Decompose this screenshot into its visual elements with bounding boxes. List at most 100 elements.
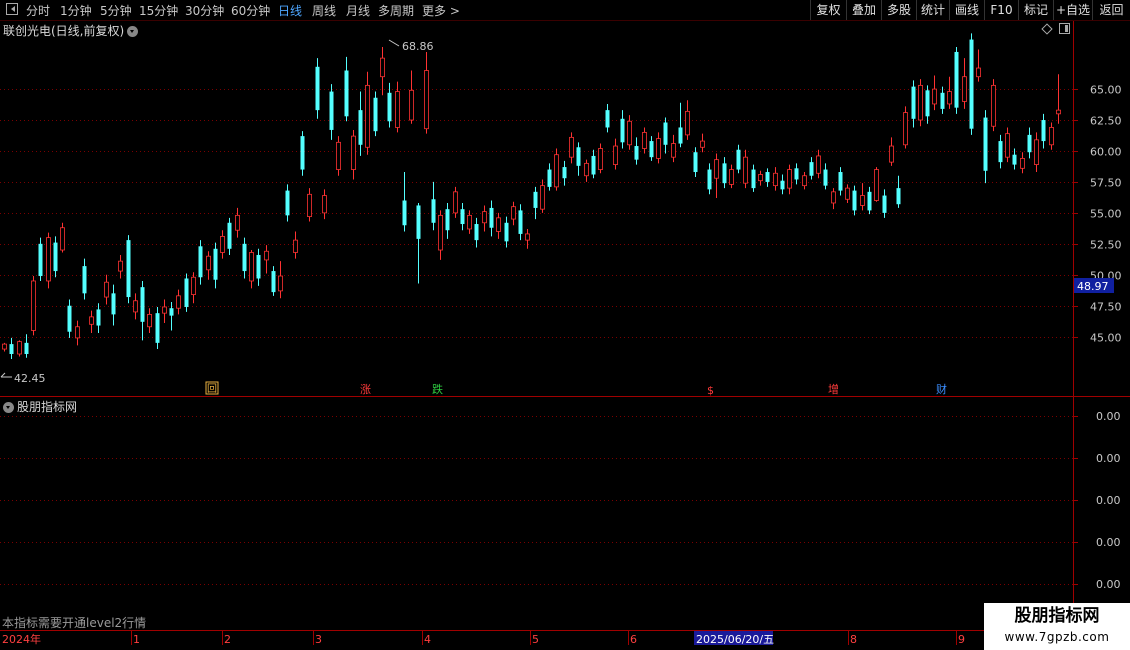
candle-down bbox=[285, 190, 290, 216]
kline-canvas[interactable]: 45.0047.5050.0052.5055.0057.5060.0062.50… bbox=[0, 0, 1130, 650]
marker-dollar[interactable]: $ bbox=[707, 384, 714, 397]
candle-down bbox=[765, 172, 770, 182]
candle-down bbox=[794, 168, 799, 180]
date-label-2: 2 bbox=[224, 633, 231, 646]
candle-up bbox=[714, 159, 719, 179]
sub-axis-labels: 0.00 0.00 0.00 0.00 0.00 bbox=[1096, 410, 1121, 591]
cursor-date-label: 2025/06/20/五 bbox=[696, 633, 774, 646]
candle-up bbox=[118, 260, 123, 272]
candle-up bbox=[831, 191, 836, 204]
watermark-url: www.7gpzb.com bbox=[1004, 630, 1110, 644]
candle-up bbox=[438, 214, 443, 251]
candle-up bbox=[264, 250, 269, 261]
candle-up bbox=[1034, 139, 1039, 166]
candle-down bbox=[533, 191, 538, 208]
y-tick-label-7: 62.50 bbox=[1090, 115, 1122, 128]
candle-up bbox=[962, 76, 967, 102]
price-axis-labels: 45.0047.5050.0052.5055.0057.5060.0062.50… bbox=[1090, 84, 1122, 345]
candle-up bbox=[773, 172, 778, 187]
candle-down bbox=[518, 210, 523, 234]
price-grid bbox=[0, 89, 1078, 338]
candle-up bbox=[627, 120, 632, 146]
candle-up bbox=[60, 227, 65, 251]
candle-down bbox=[634, 146, 639, 160]
candle-up bbox=[743, 156, 748, 184]
candle-up bbox=[525, 233, 530, 241]
candle-up bbox=[31, 280, 36, 331]
candle-up bbox=[802, 175, 807, 187]
watermark-logo: 股朋指标网 www.7gpzb.com bbox=[984, 603, 1130, 650]
candle-down bbox=[940, 92, 945, 109]
candle-down bbox=[315, 66, 320, 111]
candlesticks bbox=[2, 33, 1061, 359]
candle-up bbox=[409, 89, 414, 121]
candle-up bbox=[642, 132, 647, 149]
candle-down bbox=[82, 266, 87, 294]
marker-die[interactable]: 跌 bbox=[432, 382, 443, 396]
marker-zeng[interactable]: 增 bbox=[828, 382, 839, 396]
candle-down bbox=[882, 195, 887, 213]
candle-up bbox=[104, 281, 109, 298]
candle-up bbox=[889, 145, 894, 163]
candle-up bbox=[1056, 109, 1061, 115]
marker-cai[interactable]: 财 bbox=[936, 382, 947, 396]
candle-down bbox=[547, 169, 552, 187]
date-label-8: 8 bbox=[850, 633, 857, 646]
candle-up bbox=[729, 169, 734, 185]
chevron-down-icon[interactable] bbox=[3, 402, 14, 413]
y-tick-label-4: 55.00 bbox=[1090, 208, 1122, 221]
candle-up bbox=[700, 140, 705, 148]
candle-down bbox=[126, 240, 131, 298]
candle-up bbox=[816, 155, 821, 174]
candle-down bbox=[227, 222, 232, 249]
candle-down bbox=[387, 92, 392, 122]
candle-up bbox=[845, 187, 850, 200]
candle-down bbox=[562, 167, 567, 179]
candle-down bbox=[736, 149, 741, 170]
marker-zhang[interactable]: 涨 bbox=[360, 383, 371, 396]
candle-up bbox=[511, 206, 516, 220]
candle-up bbox=[1020, 158, 1025, 169]
candle-up bbox=[278, 275, 283, 292]
candle-up bbox=[787, 169, 792, 189]
candle-up bbox=[395, 91, 400, 128]
y-tick-label-1: 47.50 bbox=[1090, 301, 1122, 314]
candle-up bbox=[903, 112, 908, 146]
candle-down bbox=[256, 254, 261, 279]
candle-up bbox=[2, 343, 7, 350]
sub-y-label-2: 0.00 bbox=[1096, 494, 1121, 507]
event-markers: 回 涨 跌 $ 增 财 bbox=[205, 381, 947, 397]
sub-panel-title-text: 股朋指标网 bbox=[17, 400, 78, 414]
candle-down bbox=[852, 190, 857, 211]
candle-up bbox=[758, 174, 763, 182]
candle-up bbox=[482, 211, 487, 224]
candle-up bbox=[1005, 133, 1010, 158]
candle-down bbox=[96, 309, 101, 326]
candle-down bbox=[998, 141, 1003, 163]
candle-down bbox=[184, 278, 189, 307]
candle-down bbox=[344, 70, 349, 117]
candle-up bbox=[133, 300, 138, 313]
candle-up bbox=[365, 84, 370, 148]
candle-down bbox=[1041, 120, 1046, 142]
candle-down bbox=[111, 293, 116, 315]
sub-y-label-1: 0.00 bbox=[1096, 452, 1121, 465]
sub-y-label-3: 0.00 bbox=[1096, 536, 1121, 549]
marker-hui[interactable]: 回 bbox=[207, 383, 217, 395]
candle-down bbox=[751, 169, 756, 189]
candle-down bbox=[140, 287, 145, 322]
date-label-2024: 2024年 bbox=[2, 632, 41, 646]
candle-down bbox=[911, 86, 916, 119]
candle-down bbox=[649, 141, 654, 158]
candle-down bbox=[198, 246, 203, 278]
candle-down bbox=[67, 305, 72, 332]
candle-down bbox=[24, 342, 29, 355]
candle-down bbox=[431, 199, 436, 223]
candle-down bbox=[300, 136, 305, 170]
candle-down bbox=[169, 308, 174, 316]
candle-up bbox=[613, 145, 618, 166]
candle-down bbox=[620, 118, 625, 143]
candle-up bbox=[540, 185, 545, 210]
candle-down bbox=[693, 152, 698, 173]
candle-up bbox=[89, 316, 94, 325]
